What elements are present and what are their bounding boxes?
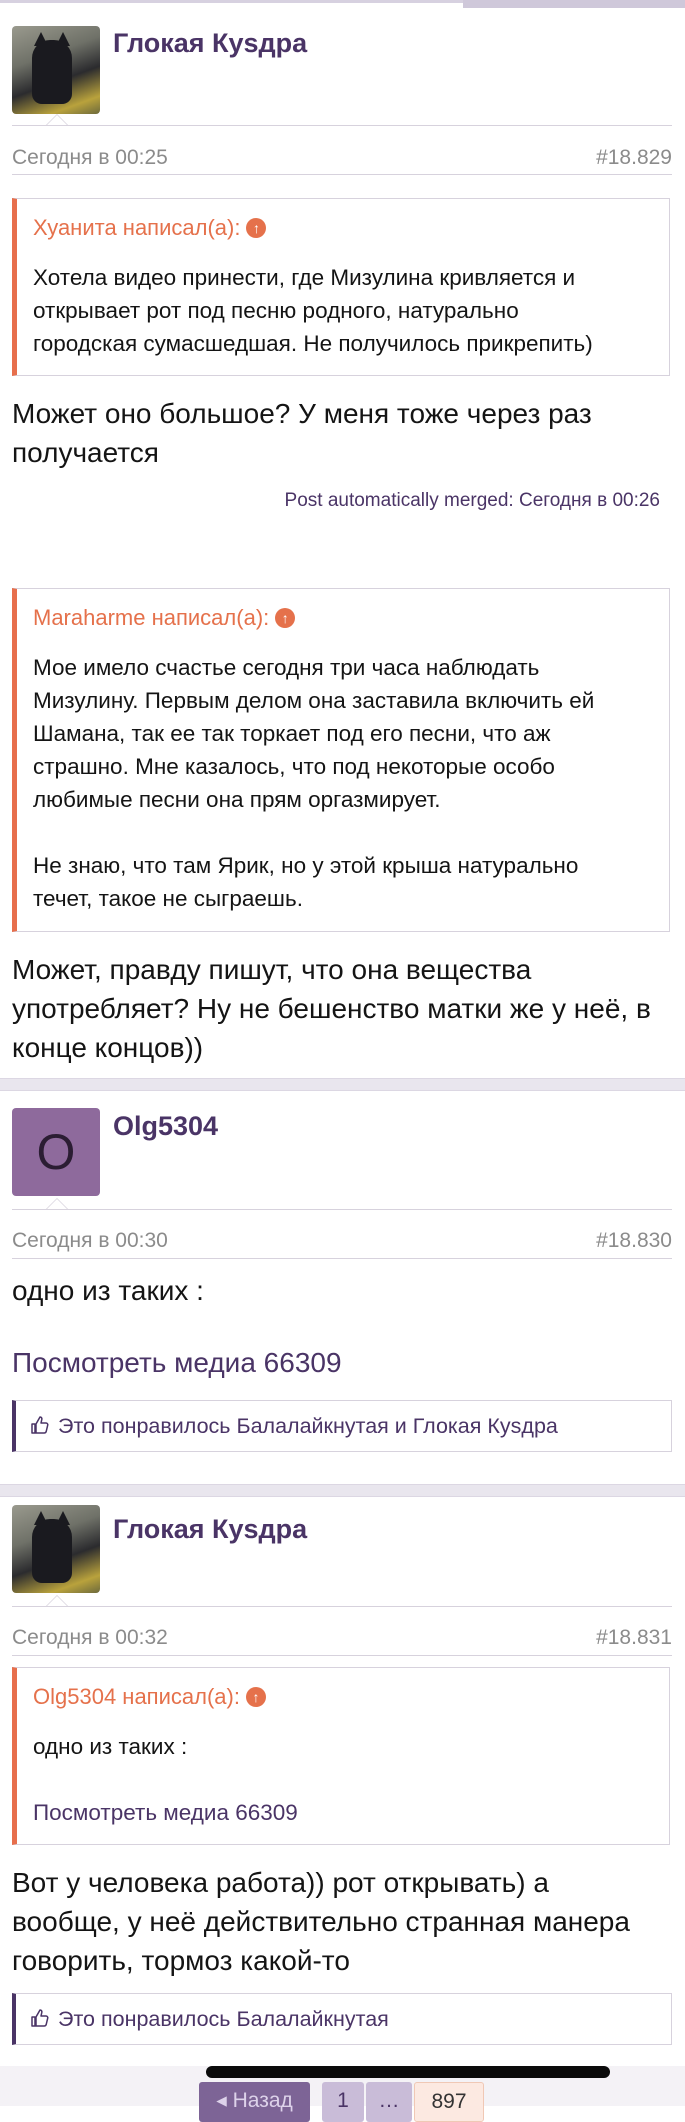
avatar[interactable]: O [12, 1108, 100, 1196]
likes-bar[interactable]: Это понравилось Балалайкнутая [12, 1993, 672, 2045]
likes-text: Это понравилось Балалайкнутая [58, 2007, 389, 2031]
post-18830: O Olg5304 Сегодня в 00:30 #18.830 одно и… [0, 1091, 685, 1484]
arrow-up-circle-icon[interactable]: ↑ [245, 1687, 266, 1707]
post-text: одно из таких : [12, 1275, 204, 1306]
divider [12, 1606, 672, 1607]
post-meta: Сегодня в 00:32 #18.831 [12, 1618, 672, 1658]
post-text: Может оно большое? У меня тоже через раз… [12, 398, 592, 468]
post-number[interactable]: #18.829 [596, 146, 672, 170]
post-author-row: Глокая Куsдра [0, 8, 685, 114]
post-date[interactable]: Сегодня в 00:30 [12, 1229, 168, 1253]
thumbs-up-icon [31, 2009, 49, 2027]
post-author-row: Глокая Куsдра [0, 1497, 685, 1597]
likes-bar[interactable]: Это понравилось Балалайкнутая и Глокая К… [12, 1400, 672, 1452]
quote-text: Хотела видео принести, где Мизулина крив… [33, 265, 593, 356]
prev-page-button[interactable]: ◂ Назад [199, 2082, 310, 2122]
post-number[interactable]: #18.831 [596, 1626, 672, 1650]
divider [12, 174, 672, 175]
post-number[interactable]: #18.830 [596, 1229, 672, 1253]
post-text: Может, правду пишут, что она вещества уп… [12, 954, 651, 1063]
thumbs-up-icon [31, 1416, 49, 1434]
avatar[interactable] [12, 26, 100, 114]
page-jump-button[interactable]: … [366, 2082, 412, 2122]
post-separator [0, 1484, 685, 1497]
post-separator [0, 1078, 685, 1091]
arrow-up-circle-icon[interactable]: ↑ [275, 608, 296, 628]
home-indicator[interactable] [206, 2066, 610, 2078]
post-meta: Сегодня в 00:25 #18.829 [12, 138, 672, 178]
top-tab-strip [463, 0, 685, 8]
divider [12, 1655, 672, 1656]
likes-text: Это понравилось Балалайкнутая и Глокая К… [58, 1414, 558, 1438]
post-date[interactable]: Сегодня в 00:32 [12, 1626, 168, 1650]
view-media-link[interactable]: Посмотреть медиа 66309 [12, 1347, 342, 1379]
top-edge [0, 0, 685, 8]
page-last-button[interactable]: 897 [414, 2082, 484, 2122]
avatar[interactable] [12, 1505, 100, 1593]
quote-text: одно из таких : Посмотреть медиа 66309 [33, 1730, 655, 1829]
author-name[interactable]: Глокая Куsдра [113, 28, 307, 59]
merged-note: Post automatically merged: Сегодня в 00:… [284, 490, 660, 511]
quote-media-link[interactable]: Посмотреть медиа 66309 [33, 1796, 655, 1829]
author-name[interactable]: Olg5304 [113, 1111, 218, 1142]
post-meta: Сегодня в 00:30 #18.830 [12, 1221, 672, 1261]
quote-block: Olg5304 написал(а): ↑ одно из таких : Пос… [12, 1667, 670, 1845]
post-text: Вот у человека работа)) рот открывать) а… [12, 1867, 630, 1976]
arrow-up-circle-icon[interactable]: ↑ [246, 218, 267, 238]
page-1-button[interactable]: 1 [322, 2082, 364, 2122]
quote-block: Хуанита написал(а): ↑ Хотела видео принес… [12, 198, 670, 376]
author-pointer [46, 1595, 68, 1606]
divider [12, 1258, 672, 1259]
post-18829: Глокая Куsдра Сегодня в 00:25 #18.829 Ху… [0, 8, 685, 1078]
quote-author[interactable]: Хуанита написал(а): ↑ [33, 215, 267, 241]
post-18831: Глокая Куsдра Сегодня в 00:32 #18.831 Ol… [0, 1497, 685, 2067]
quote-author[interactable]: Olg5304 написал(а): ↑ [33, 1684, 266, 1710]
divider [12, 1209, 672, 1210]
quote-block: Maraharme написал(а): ↑ Мое имело счастье… [12, 588, 670, 932]
quote-text: Мое имело счастье сегодня три часа наблю… [33, 655, 595, 911]
post-date[interactable]: Сегодня в 00:25 [12, 146, 168, 170]
author-pointer [46, 114, 68, 125]
author-name[interactable]: Глокая Куsдра [113, 1514, 307, 1545]
quote-author[interactable]: Maraharme написал(а): ↑ [33, 605, 296, 631]
post-author-row: O Olg5304 [0, 1091, 685, 1196]
author-pointer [46, 1198, 68, 1209]
divider [12, 125, 672, 126]
